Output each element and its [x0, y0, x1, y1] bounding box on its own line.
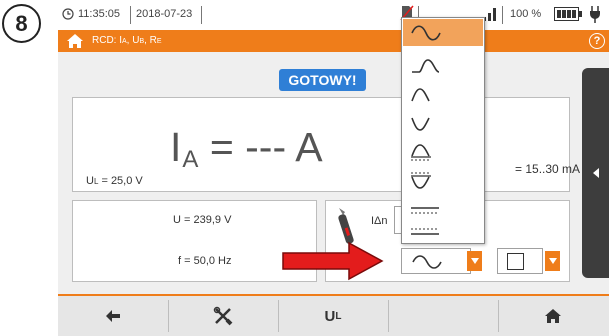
- function-title: RCD: IA, UB, RE: [92, 35, 162, 46]
- waveform-dropdown-arrow[interactable]: [467, 251, 482, 271]
- dc-positive-icon: [411, 206, 439, 213]
- square-icon: [507, 253, 524, 270]
- battery-icon: [554, 7, 582, 21]
- home-button[interactable]: [498, 296, 608, 336]
- sine-wave-icon: [412, 255, 442, 274]
- ul-setting: UL = 25,0 V: [86, 175, 143, 187]
- help-icon[interactable]: ?: [589, 33, 605, 49]
- frequency-value: f = 50,0 Hz: [178, 255, 232, 267]
- plug-icon: [589, 6, 601, 23]
- pulse-positive-icon: [412, 58, 440, 73]
- step-number-badge: 8: [2, 4, 41, 43]
- tools-icon: [213, 306, 233, 326]
- ul-button[interactable]: UL: [278, 296, 388, 336]
- pulse-negative-icon: [411, 87, 430, 101]
- mode-dropdown-arrow[interactable]: [545, 251, 560, 271]
- main-result: IA = --- A: [170, 124, 323, 173]
- battery-percent: 100 %: [510, 8, 542, 20]
- pulse-inverted-icon: [411, 117, 430, 131]
- waveform-option-positive-half-dc[interactable]: [403, 110, 483, 137]
- waveform-option-dc-negative[interactable]: [403, 218, 483, 245]
- side-tab-arrow-icon: [593, 168, 599, 178]
- status-time: 11:35:05: [78, 8, 121, 20]
- signal-bars-icon: [483, 6, 497, 22]
- idn-label: IΔn: [371, 215, 388, 227]
- mode-select[interactable]: [497, 248, 543, 274]
- home-icon[interactable]: [66, 33, 84, 54]
- status-date: 2018-07-23: [136, 8, 193, 20]
- ready-status-badge: GOTOWY!: [279, 69, 366, 91]
- pointer-arrow-icon: [281, 240, 385, 287]
- waveform-option-negative-half-dc[interactable]: [403, 139, 483, 166]
- waveform-dropdown-list: [401, 17, 485, 244]
- clock-icon: [62, 8, 74, 20]
- status-bar: 11:35:05 2018-07-23 100 %: [58, 0, 609, 30]
- settings-button[interactable]: [168, 296, 278, 336]
- bottom-toolbar: UL: [58, 294, 609, 336]
- home-icon: [545, 309, 561, 323]
- waveform-option-dc-negative-offset[interactable]: [403, 166, 483, 193]
- back-arrow-icon: [106, 310, 120, 322]
- waveform-option-sine[interactable]: [403, 19, 483, 46]
- sine-wave-icon: [411, 24, 441, 41]
- waveform-option-positive-half[interactable]: [403, 52, 483, 79]
- back-button[interactable]: [58, 296, 168, 336]
- title-bar: RCD: IA, UB, RE ?: [58, 30, 609, 52]
- pulse-dc-negative-icon: [411, 172, 431, 189]
- waveform-option-negative-half[interactable]: [403, 81, 483, 108]
- voltage-value: U = 239,9 V: [173, 214, 232, 226]
- current-range: = 15..30 mA: [515, 162, 581, 176]
- dc-negative-icon: [411, 228, 439, 235]
- waveform-select[interactable]: [401, 248, 471, 274]
- pulse-dc-positive-icon: [411, 143, 431, 160]
- empty-button[interactable]: [388, 296, 498, 336]
